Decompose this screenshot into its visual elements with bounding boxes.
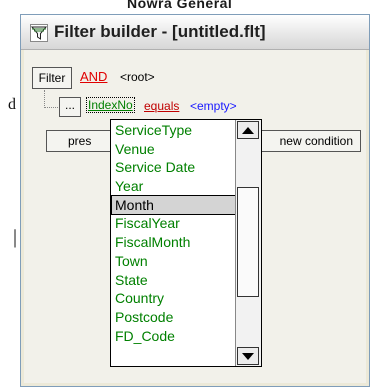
list-item[interactable]: Year <box>112 177 235 196</box>
filter-builder-window: Filter builder - [untitled.flt] Filter A… <box>20 14 370 387</box>
list-item[interactable]: Postcode <box>112 308 235 327</box>
list-item-selected[interactable]: Month <box>111 194 236 216</box>
list-item[interactable]: FiscalMonth <box>112 233 235 252</box>
filter-funnel-icon <box>30 24 48 42</box>
logic-operator-link[interactable]: AND <box>80 69 107 84</box>
filter-button[interactable]: Filter <box>32 67 72 89</box>
background-text-fragment: d <box>8 96 16 113</box>
list-item[interactable]: State <box>112 271 235 290</box>
press-button[interactable]: pres <box>46 130 116 152</box>
list-item[interactable]: FiscalYear <box>112 214 235 233</box>
title-bar[interactable]: Filter builder - [untitled.flt] <box>21 15 369 50</box>
tree-connector-branch <box>44 107 58 108</box>
list-item[interactable]: FD_Code <box>112 327 235 346</box>
list-item[interactable]: Country <box>112 289 235 308</box>
list-item[interactable]: Venue <box>112 140 235 159</box>
field-dropdown-list[interactable]: ServiceType Venue Service Date Year Mont… <box>110 119 262 367</box>
root-label: <root> <box>120 70 155 84</box>
field-list: ServiceType Venue Service Date Year Mont… <box>111 121 236 346</box>
condition-value-link[interactable]: <empty> <box>190 99 237 113</box>
list-scrollbar[interactable] <box>235 120 261 366</box>
condition-field-link[interactable]: IndexNo <box>86 97 135 113</box>
list-item[interactable]: Service Date <box>112 158 235 177</box>
filter-tree-panel: Filter AND <root> ... IndexNo equals <em… <box>24 50 366 383</box>
condition-menu-button[interactable]: ... <box>59 97 81 117</box>
list-item[interactable]: ServiceType <box>112 121 235 140</box>
list-item[interactable]: Town <box>112 252 235 271</box>
scroll-up-button[interactable] <box>237 121 259 139</box>
background-window-title: Nowra General <box>127 0 233 11</box>
background-mark-fragment: | <box>13 226 18 248</box>
arrow-up-icon <box>242 126 254 134</box>
arrow-down-icon <box>242 352 254 360</box>
tree-connector <box>44 90 45 108</box>
window-title: Filter builder - [untitled.flt] <box>54 22 266 41</box>
scroll-thumb[interactable] <box>237 187 259 297</box>
condition-operator-link[interactable]: equals <box>144 99 179 113</box>
scroll-down-button[interactable] <box>237 347 259 365</box>
